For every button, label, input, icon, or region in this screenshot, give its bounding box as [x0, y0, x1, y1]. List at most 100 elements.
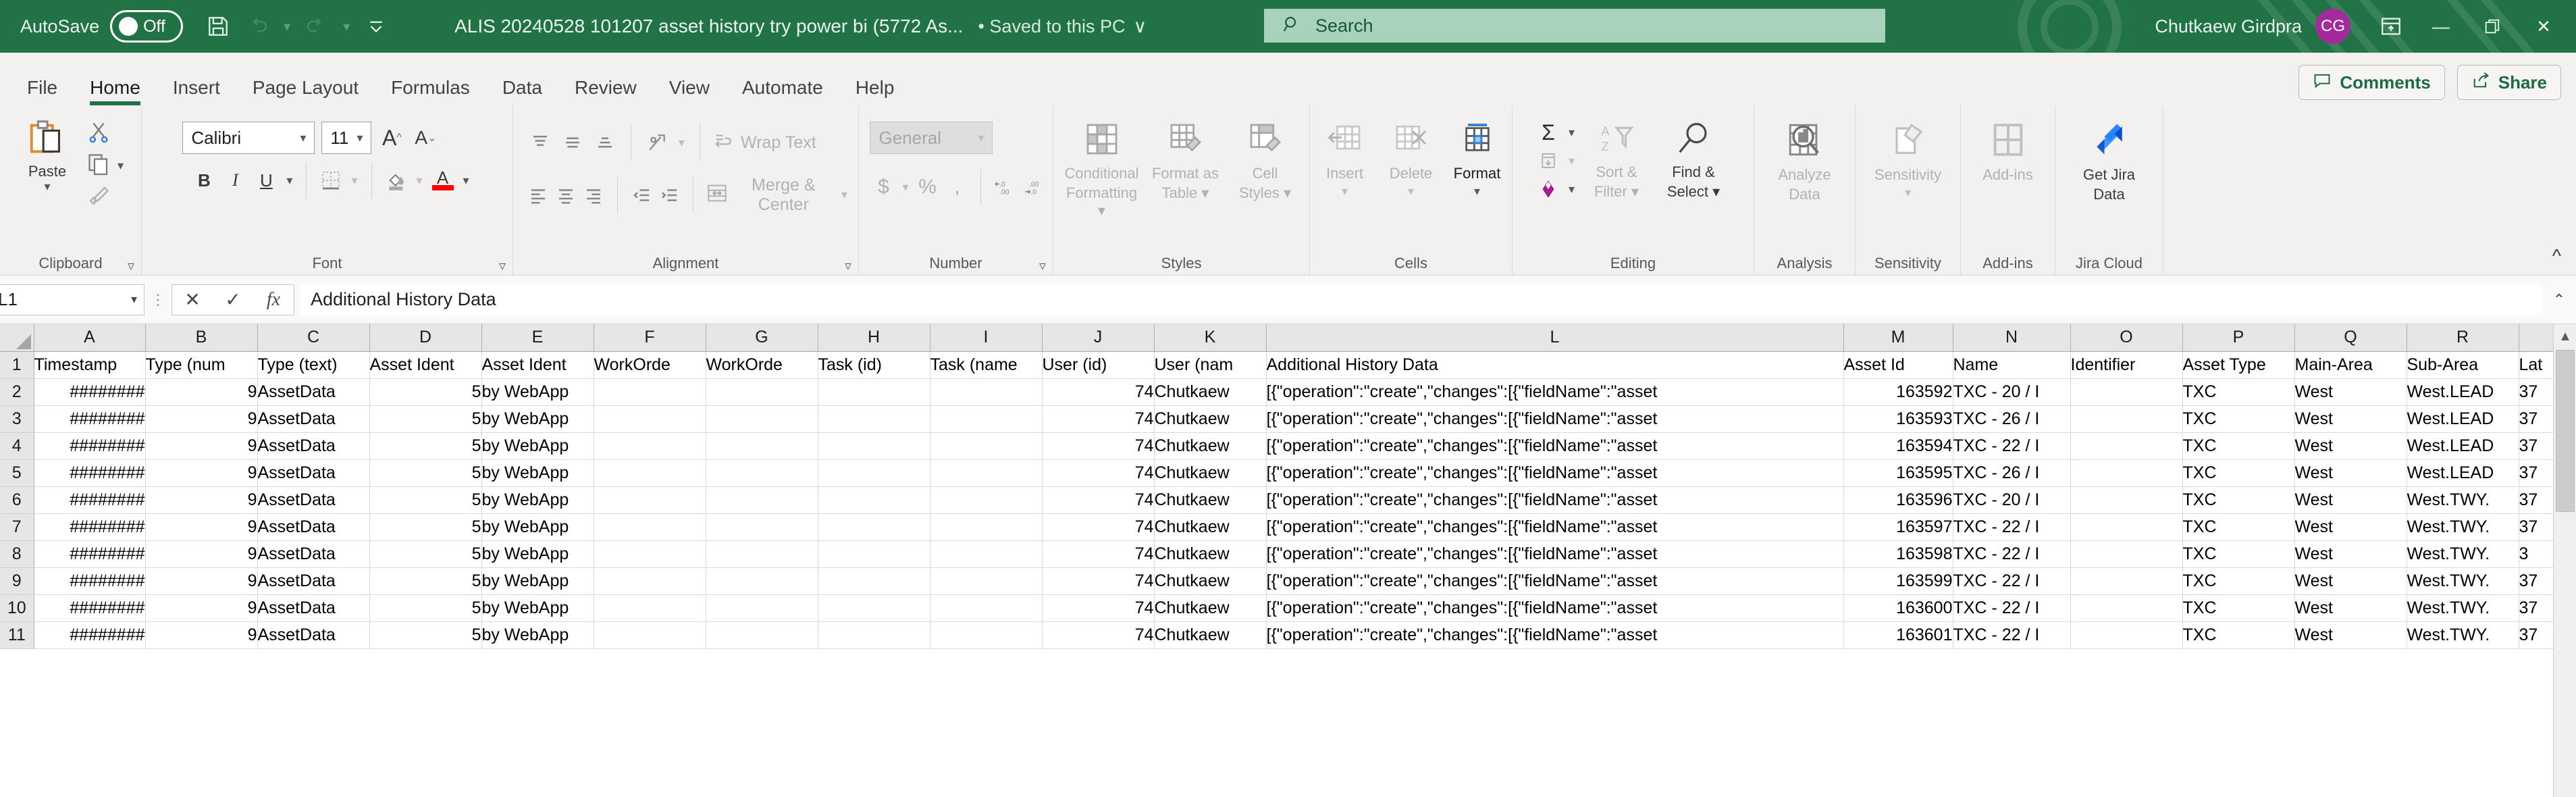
table-row[interactable]: 2 ######## 9 AssetData 5 by WebApp 74 Ch… [0, 378, 2563, 405]
redo-dropdown-chevron-down-icon[interactable]: ▾ [338, 18, 354, 35]
cell-q8[interactable]: West [2294, 540, 2407, 567]
search-input[interactable]: Search [1264, 9, 1885, 43]
analyze-data-button[interactable]: Analyze Data [1764, 120, 1845, 203]
cell-g5[interactable] [706, 459, 818, 486]
cell-r5[interactable]: West.LEAD [2407, 459, 2519, 486]
cell-m2[interactable]: 163592 [1843, 378, 1953, 405]
align-top-icon[interactable] [527, 129, 554, 156]
borders-icon[interactable] [317, 167, 344, 194]
cell-q4[interactable]: West [2294, 432, 2407, 459]
font-dialog-launcher-icon[interactable]: ▿ [499, 255, 506, 278]
tab-formulas[interactable]: Formulas [375, 78, 486, 105]
cell-p2[interactable]: TXC [2182, 378, 2294, 405]
cell-f7[interactable] [594, 513, 706, 540]
cell-k4[interactable]: Chutkaew [1154, 432, 1266, 459]
column-header-q[interactable]: Q [2294, 324, 2407, 351]
cell-p7[interactable]: TXC [2182, 513, 2294, 540]
cell-d9[interactable]: 5 [369, 567, 481, 594]
clipboard-dialog-launcher-icon[interactable]: ▿ [128, 255, 134, 278]
cell-h3[interactable] [818, 405, 930, 432]
align-middle-icon[interactable] [559, 129, 586, 156]
cell-k10[interactable]: Chutkaew [1154, 594, 1266, 621]
format-as-table-button[interactable]: Format as Table ▾ [1146, 120, 1226, 202]
insert-function-button[interactable]: fx [253, 289, 294, 311]
cell-p9[interactable]: TXC [2182, 567, 2294, 594]
cell-p6[interactable]: TXC [2182, 486, 2294, 513]
decrease-decimal-icon[interactable]: .00 .0 [1020, 174, 1047, 201]
cell-n6[interactable]: TXC - 20 / I [1953, 486, 2070, 513]
currency-icon[interactable]: $ [870, 174, 897, 201]
cell-j4[interactable]: 74 [1042, 432, 1154, 459]
alignment-dialog-launcher-icon[interactable]: ▿ [845, 255, 851, 278]
cell-j7[interactable]: 74 [1042, 513, 1154, 540]
ribbon-display-options-icon[interactable] [2367, 0, 2415, 53]
cell-k9[interactable]: Chutkaew [1154, 567, 1266, 594]
cell-a5[interactable]: ######## [34, 459, 145, 486]
cell-h5[interactable] [818, 459, 930, 486]
cell-l7[interactable]: [{"operation":"create","changes":[{"fiel… [1266, 513, 1843, 540]
cell-a1[interactable]: Timestamp [34, 351, 145, 378]
cell-d8[interactable]: 5 [369, 540, 481, 567]
cell-b4[interactable]: 9 [145, 432, 257, 459]
column-header-k[interactable]: K [1154, 324, 1266, 351]
formula-input[interactable]: Additional History Data [301, 284, 2542, 315]
column-header-l[interactable]: L [1266, 324, 1843, 351]
cell-n11[interactable]: TXC - 22 / I [1953, 621, 2070, 648]
cell-f2[interactable] [594, 378, 706, 405]
table-row[interactable]: 1 Timestamp Type (num Type (text) Asset … [0, 351, 2563, 378]
cell-e6[interactable]: by WebApp [481, 486, 594, 513]
cell-e10[interactable]: by WebApp [481, 594, 594, 621]
cell-n2[interactable]: TXC - 20 / I [1953, 378, 2070, 405]
fill-chevron-down-icon[interactable]: ▾ [1566, 154, 1577, 168]
cell-m10[interactable]: 163600 [1843, 594, 1953, 621]
cell-b7[interactable]: 9 [145, 513, 257, 540]
worksheet-grid[interactable]: A B C D E F G H I J K L M N O P Q R [0, 324, 2576, 797]
cell-l8[interactable]: [{"operation":"create","changes":[{"fiel… [1266, 540, 1843, 567]
cell-c9[interactable]: AssetData [257, 567, 369, 594]
cell-l3[interactable]: [{"operation":"create","changes":[{"fiel… [1266, 405, 1843, 432]
cell-l9[interactable]: [{"operation":"create","changes":[{"fiel… [1266, 567, 1843, 594]
cell-o9[interactable] [2070, 567, 2182, 594]
column-header-o[interactable]: O [2070, 324, 2182, 351]
number-dialog-launcher-icon[interactable]: ▿ [1039, 255, 1046, 278]
cell-j8[interactable]: 74 [1042, 540, 1154, 567]
cell-l4[interactable]: [{"operation":"create","changes":[{"fiel… [1266, 432, 1843, 459]
cell-m3[interactable]: 163593 [1843, 405, 1953, 432]
save-status[interactable]: • Saved to this PC ∨ [978, 16, 1147, 37]
autosave-toggle[interactable]: Off [110, 10, 183, 43]
cell-r11[interactable]: West.TWY. [2407, 621, 2519, 648]
cell-q9[interactable]: West [2294, 567, 2407, 594]
cell-i8[interactable] [930, 540, 1042, 567]
cell-q2[interactable]: West [2294, 378, 2407, 405]
confirm-entry-button[interactable]: ✓ [213, 288, 253, 311]
share-button[interactable]: Share [2457, 65, 2561, 100]
cell-k6[interactable]: Chutkaew [1154, 486, 1266, 513]
font-size-input[interactable]: 11 ▾ [321, 122, 371, 154]
cell-k11[interactable]: Chutkaew [1154, 621, 1266, 648]
comments-button[interactable]: Comments [2298, 65, 2444, 100]
cell-k5[interactable]: Chutkaew [1154, 459, 1266, 486]
undo-dropdown-chevron-down-icon[interactable]: ▾ [279, 18, 295, 35]
save-icon[interactable] [201, 9, 236, 44]
fill-color-chevron-down-icon[interactable]: ▾ [414, 174, 425, 188]
autosum-sigma-icon[interactable]: Σ [1535, 119, 1562, 146]
cell-m11[interactable]: 163601 [1843, 621, 1953, 648]
align-bottom-icon[interactable] [592, 129, 619, 156]
cell-f9[interactable] [594, 567, 706, 594]
column-header-b[interactable]: B [145, 324, 257, 351]
tab-insert[interactable]: Insert [157, 78, 236, 105]
cell-i11[interactable] [930, 621, 1042, 648]
cell-g2[interactable] [706, 378, 818, 405]
cell-b11[interactable]: 9 [145, 621, 257, 648]
font-color-icon[interactable]: A [429, 167, 456, 194]
cell-k7[interactable]: Chutkaew [1154, 513, 1266, 540]
scissors-icon[interactable] [86, 120, 111, 148]
cell-i9[interactable] [930, 567, 1042, 594]
cell-r4[interactable]: West.LEAD [2407, 432, 2519, 459]
cell-f5[interactable] [594, 459, 706, 486]
align-left-icon[interactable] [527, 182, 549, 209]
cell-n5[interactable]: TXC - 26 / I [1953, 459, 2070, 486]
cell-d1[interactable]: Asset Ident [369, 351, 481, 378]
cell-b3[interactable]: 9 [145, 405, 257, 432]
clear-chevron-down-icon[interactable]: ▾ [1566, 182, 1577, 197]
